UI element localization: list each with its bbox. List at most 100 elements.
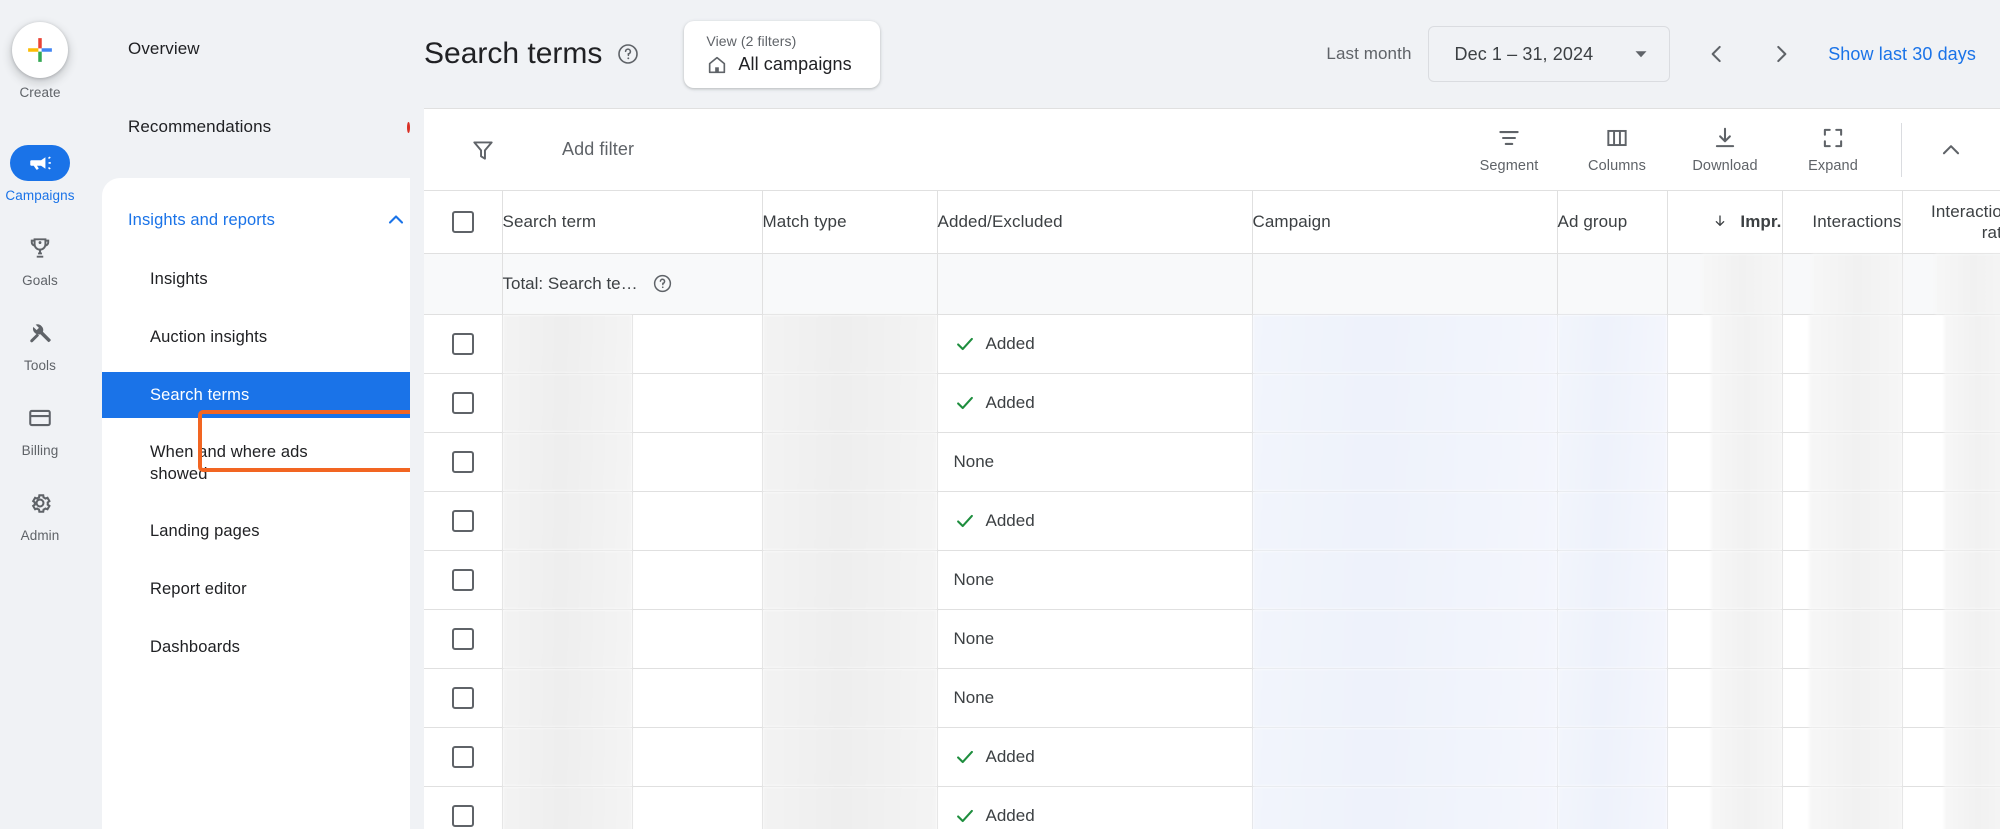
row-checkbox[interactable] bbox=[451, 332, 474, 355]
redacted-match-type bbox=[762, 550, 937, 609]
column-header-interactions[interactable]: Interactions bbox=[1782, 191, 1903, 254]
column-header-search-term[interactable]: Search term bbox=[502, 191, 763, 254]
download-label: Download bbox=[1692, 158, 1758, 174]
campaigns-pill[interactable] bbox=[10, 145, 70, 181]
table-row[interactable]: None bbox=[424, 432, 2000, 492]
date-range-selector[interactable]: Dec 1 – 31, 2024 bbox=[1427, 26, 1671, 82]
added-excluded-value: Added bbox=[954, 333, 1236, 355]
rail-item-goals[interactable]: Goals bbox=[0, 230, 80, 289]
row-checkbox[interactable] bbox=[451, 509, 474, 532]
table-row[interactable]: None bbox=[424, 609, 2000, 669]
redacted-match-type bbox=[762, 668, 937, 727]
next-period-button[interactable] bbox=[1754, 27, 1808, 81]
row-checkbox[interactable] bbox=[451, 568, 474, 591]
sidebar-label-landing-pages: Landing pages bbox=[150, 522, 260, 540]
create-fab[interactable] bbox=[12, 22, 68, 78]
redacted-match-type bbox=[762, 314, 937, 373]
row-checkbox[interactable] bbox=[451, 686, 474, 709]
added-excluded-value: Added bbox=[954, 392, 1236, 414]
row-checkbox-cell[interactable] bbox=[424, 432, 503, 492]
sidebar-item-report-editor[interactable]: Report editor bbox=[102, 566, 452, 612]
create-button[interactable]: Create bbox=[0, 22, 80, 101]
admin-icon-wrap[interactable] bbox=[10, 485, 70, 521]
search-term-spacer-cell bbox=[632, 373, 763, 433]
select-all-checkbox[interactable] bbox=[451, 210, 474, 233]
match-type-cell bbox=[762, 373, 938, 433]
columns-icon bbox=[1604, 125, 1630, 151]
sidebar-item-search-terms[interactable]: Search terms bbox=[102, 372, 452, 418]
columns-button[interactable]: Columns bbox=[1563, 125, 1671, 174]
help-circle-icon[interactable] bbox=[652, 273, 673, 294]
row-checkbox[interactable] bbox=[451, 745, 474, 768]
added-excluded-text: Added bbox=[985, 805, 1035, 825]
row-checkbox-cell[interactable] bbox=[424, 727, 503, 787]
row-checkbox-cell[interactable] bbox=[424, 314, 503, 374]
match-type-cell bbox=[762, 314, 938, 374]
column-header-match-type[interactable]: Match type bbox=[762, 191, 938, 254]
table-row[interactable]: Added bbox=[424, 727, 2000, 787]
row-checkbox-cell[interactable] bbox=[424, 609, 503, 669]
help-circle-icon[interactable] bbox=[616, 42, 640, 66]
row-checkbox[interactable] bbox=[451, 450, 474, 473]
row-checkbox-cell[interactable] bbox=[424, 491, 503, 551]
redacted-interactions bbox=[1808, 786, 1902, 829]
table-row[interactable]: None bbox=[424, 550, 2000, 610]
table-row[interactable]: Added bbox=[424, 786, 2000, 829]
row-checkbox-cell[interactable] bbox=[424, 786, 503, 829]
funnel-icon[interactable] bbox=[470, 137, 496, 163]
row-checkbox[interactable] bbox=[451, 391, 474, 414]
sidebar-item-when-and-where-ads-showed[interactable]: When and where ads showed bbox=[102, 430, 452, 496]
expand-button[interactable]: Expand bbox=[1779, 125, 1887, 174]
column-header-interaction-rate[interactable]: Interaction rate bbox=[1902, 191, 2000, 254]
impr-cell bbox=[1667, 609, 1783, 669]
column-header-impr[interactable]: Impr. bbox=[1667, 191, 1783, 254]
rail-item-admin[interactable]: Admin bbox=[0, 485, 80, 544]
tools-icon-wrap[interactable] bbox=[10, 315, 70, 351]
sidebar-item-landing-pages[interactable]: Landing pages bbox=[102, 508, 452, 554]
row-checkbox-cell[interactable] bbox=[424, 668, 503, 728]
nav-label-recommendations: Recommendations bbox=[128, 117, 272, 136]
rail-item-billing[interactable]: Billing bbox=[0, 400, 80, 459]
interactions-cell bbox=[1782, 314, 1903, 374]
column-header-ad-group[interactable]: Ad group bbox=[1557, 191, 1668, 254]
column-header-campaign[interactable]: Campaign bbox=[1252, 191, 1558, 254]
chevron-up-icon[interactable] bbox=[384, 208, 408, 232]
redacted-search-term bbox=[502, 668, 632, 727]
table-row[interactable]: Added bbox=[424, 314, 2000, 374]
row-checkbox[interactable] bbox=[451, 627, 474, 650]
sidebar-label-search-terms: Search terms bbox=[150, 386, 250, 404]
added-excluded-text: Added bbox=[985, 333, 1035, 353]
download-button[interactable]: Download bbox=[1671, 125, 1779, 174]
redacted-ad-group bbox=[1557, 727, 1667, 786]
total-row-label-cell: Total: Search te… bbox=[502, 253, 763, 315]
row-checkbox-cell[interactable] bbox=[424, 550, 503, 610]
row-checkbox[interactable] bbox=[451, 804, 474, 827]
rail-label-goals: Goals bbox=[22, 273, 58, 288]
check-icon bbox=[954, 805, 976, 827]
sidebar-item-auction-insights[interactable]: Auction insights bbox=[102, 314, 452, 360]
table-row[interactable]: Added bbox=[424, 373, 2000, 433]
table-row[interactable]: None bbox=[424, 668, 2000, 728]
sidebar-item-insights[interactable]: Insights bbox=[102, 256, 452, 302]
add-filter-button[interactable]: Add filter bbox=[562, 139, 634, 160]
nav-item-overview[interactable]: Overview bbox=[80, 26, 410, 72]
impr-cell bbox=[1667, 314, 1783, 374]
caret-down-icon[interactable] bbox=[1633, 46, 1649, 62]
billing-icon-wrap[interactable] bbox=[10, 400, 70, 436]
rail-item-campaigns[interactable]: Campaigns bbox=[0, 145, 80, 204]
view-filter-card[interactable]: View (2 filters) All campaigns bbox=[684, 20, 881, 88]
prev-period-button[interactable] bbox=[1690, 27, 1744, 81]
show-last-30-days-link[interactable]: Show last 30 days bbox=[1828, 44, 1976, 65]
nav-item-recommendations[interactable]: Recommendations bbox=[80, 104, 410, 150]
collapse-toolbar-button[interactable] bbox=[1924, 123, 1978, 177]
row-checkbox-cell[interactable] bbox=[424, 373, 503, 433]
goals-icon-wrap[interactable] bbox=[10, 230, 70, 266]
rail-item-tools[interactable]: Tools bbox=[0, 315, 80, 374]
table-row[interactable]: Added bbox=[424, 491, 2000, 551]
nav-group-insights-and-reports[interactable]: Insights and reports bbox=[102, 196, 452, 244]
column-header-added-excluded[interactable]: Added/Excluded bbox=[937, 191, 1253, 254]
segment-button[interactable]: Segment bbox=[1455, 125, 1563, 174]
sidebar-item-dashboards[interactable]: Dashboards bbox=[102, 624, 452, 670]
